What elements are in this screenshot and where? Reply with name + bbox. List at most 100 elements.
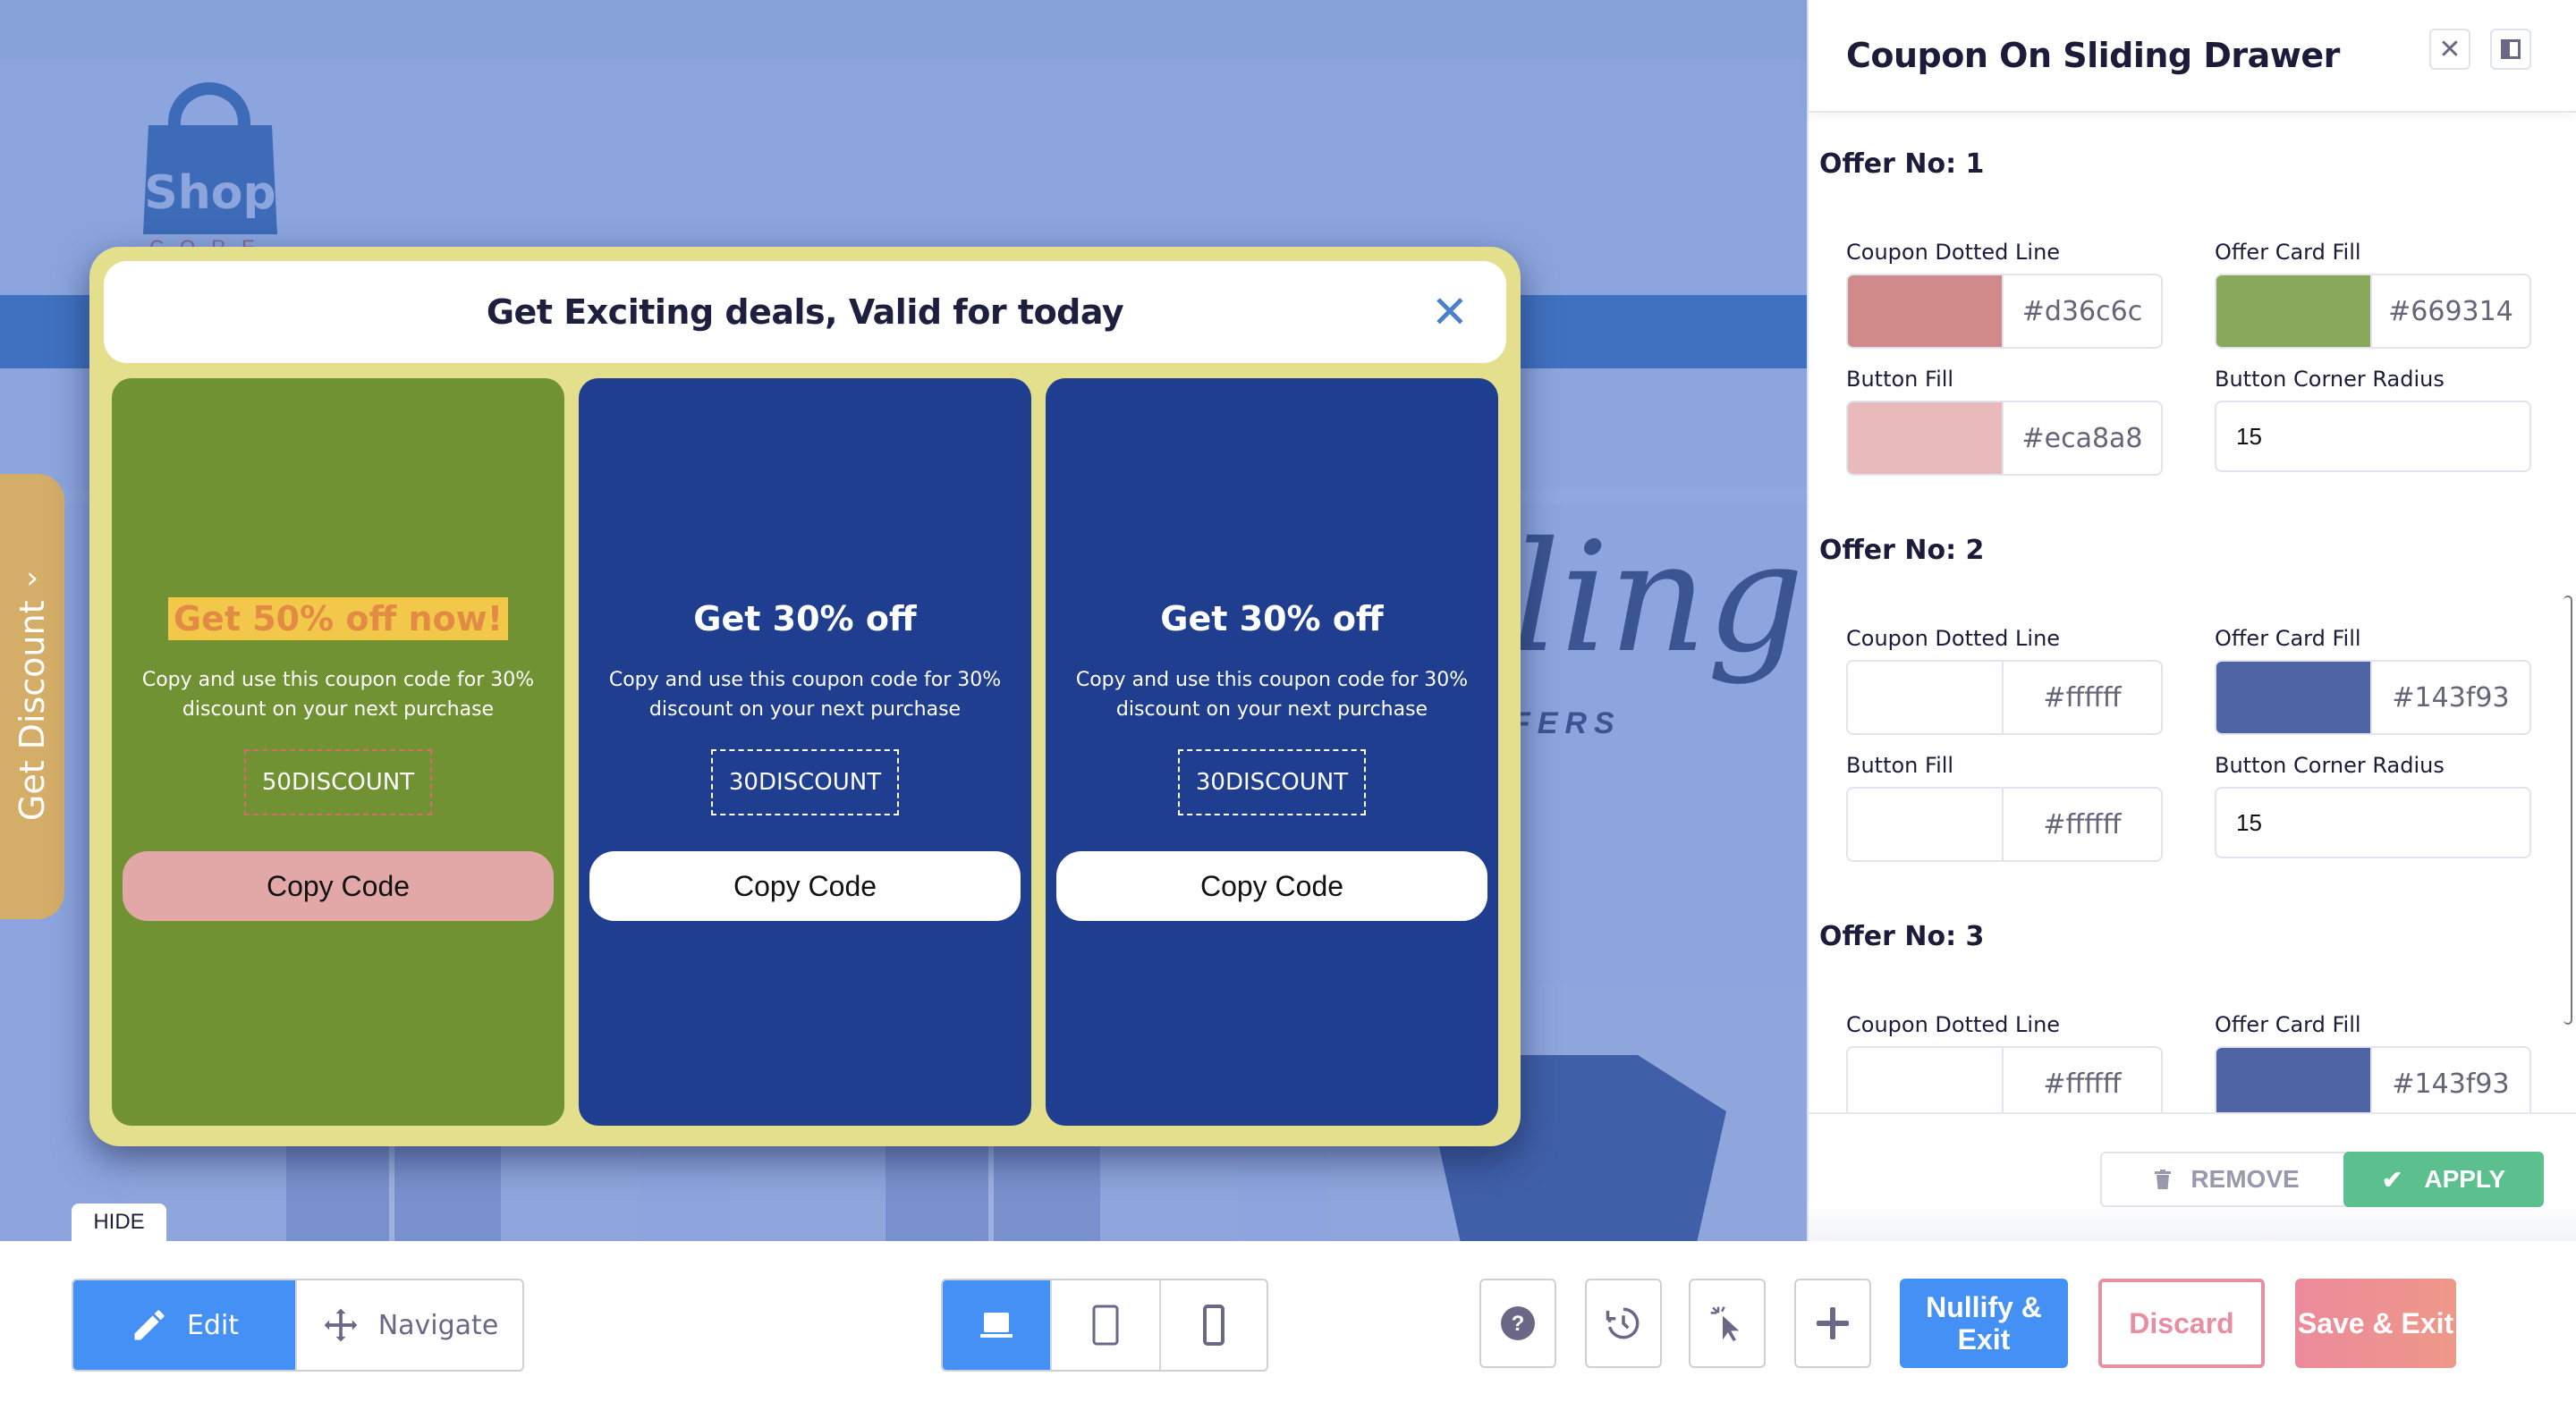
copy-code-button[interactable]: Copy Code (123, 851, 554, 921)
color-swatch[interactable] (2216, 662, 2372, 733)
offer-title: Get 50% off now! (167, 597, 509, 640)
logo-text: Shop (144, 166, 276, 220)
coupon-popup: Get Exciting deals, Valid for today ✕ Ge… (89, 247, 1521, 1146)
hex-value[interactable]: #669314 (2372, 275, 2529, 347)
panel-scroll-area[interactable]: Offer No: 1 Coupon Dotted Line #d36c6c O… (1809, 114, 2565, 1112)
save-exit-button[interactable]: Save & Exit (2295, 1279, 2456, 1368)
color-picker[interactable]: #ffffff (1846, 660, 2163, 735)
dock-sidebar-icon (2501, 39, 2521, 59)
offer-description: Copy and use this coupon code for 30% di… (608, 669, 1002, 721)
color-swatch[interactable] (2216, 275, 2372, 347)
button-corner-radius-field: Button Corner Radius (2215, 753, 2531, 858)
color-swatch[interactable] (1848, 275, 2004, 347)
field-label: Coupon Dotted Line (1846, 1012, 2061, 1037)
hex-value[interactable]: #ffffff (2004, 662, 2161, 733)
coupon-code[interactable]: 30DISCOUNT (710, 749, 900, 815)
field-label: Offer Card Fill (2215, 240, 2361, 265)
panel-scrollbar[interactable] (2563, 595, 2572, 1025)
desktop-view-button[interactable] (943, 1280, 1052, 1370)
color-picker[interactable]: #669314 (2215, 274, 2531, 349)
color-picker[interactable]: #143f93 (2215, 1046, 2531, 1112)
coupon-dotted-line-field: Coupon Dotted Line #ffffff (1846, 626, 2163, 735)
close-icon[interactable]: ✕ (1426, 286, 1474, 338)
offer-settings: Offer No: 2 Coupon Dotted Line #ffffff O… (1809, 501, 2565, 887)
color-swatch[interactable] (1848, 789, 2004, 860)
hex-value[interactable]: #d36c6c (2004, 275, 2161, 347)
button-fill-field: Button Fill #ffffff (1846, 753, 2163, 862)
corner-radius-input[interactable] (2215, 787, 2531, 858)
remove-label: REMOVE (2190, 1165, 2300, 1193)
hex-value[interactable]: #ffffff (2004, 1048, 2161, 1112)
mode-toggle: Edit Navigate (72, 1279, 524, 1372)
copy-code-button[interactable]: Copy Code (1056, 851, 1487, 921)
tablet-icon (1092, 1305, 1119, 1346)
nullify-exit-button[interactable]: Nullify & Exit (1900, 1279, 2068, 1368)
button-corner-radius-field: Button Corner Radius (2215, 367, 2531, 472)
plus-icon (1817, 1307, 1849, 1339)
color-picker[interactable]: #eca8a8 (1846, 401, 2163, 476)
discard-button[interactable]: Discard (2098, 1279, 2265, 1368)
color-picker[interactable]: #ffffff (1846, 787, 2163, 862)
navigate-mode-button[interactable]: Navigate (297, 1280, 522, 1370)
chevron-right-icon: › (26, 560, 38, 596)
device-switcher (941, 1279, 1268, 1372)
check-icon: ✔ (2381, 1165, 2403, 1194)
color-picker[interactable]: #ffffff (1846, 1046, 2163, 1112)
offer-heading: Offer No: 1 (1819, 148, 1985, 180)
field-label: Coupon Dotted Line (1846, 626, 2061, 651)
coupon-code[interactable]: 50DISCOUNT (243, 749, 433, 815)
offer-heading: Offer No: 2 (1819, 535, 1985, 566)
move-arrows-icon (324, 1308, 358, 1342)
color-picker[interactable]: #143f93 (2215, 660, 2531, 735)
coupon-code[interactable]: 30DISCOUNT (1177, 749, 1367, 815)
offer-heading: Offer No: 3 (1819, 921, 1985, 952)
hex-value[interactable]: #ffffff (2004, 789, 2161, 860)
panel-header: Coupon On Sliding Drawer ✕ (1809, 0, 2576, 113)
hex-value[interactable]: #143f93 (2372, 1048, 2529, 1112)
popup-title: Get Exciting deals, Valid for today (486, 292, 1124, 332)
history-button[interactable] (1585, 1279, 1662, 1368)
add-element-button[interactable] (1794, 1279, 1871, 1368)
history-clock-icon (1606, 1307, 1640, 1339)
editor-toolbar: Edit Navigate ? Nullify & Exit Discard S… (0, 1241, 2576, 1402)
remove-button[interactable]: REMOVE (2100, 1152, 2354, 1207)
coupon-dotted-line-field: Coupon Dotted Line #ffffff (1846, 1012, 2163, 1112)
hex-value[interactable]: #eca8a8 (2004, 402, 2161, 474)
color-swatch[interactable] (1848, 662, 2004, 733)
banner-script-text: ling (1512, 510, 1805, 687)
apply-label: APPLY (2424, 1165, 2506, 1193)
get-discount-label: Get Discount (13, 600, 52, 822)
hide-button[interactable]: HIDE (72, 1204, 166, 1241)
close-panel-button[interactable]: ✕ (2429, 29, 2470, 70)
site-preview: Shop CORE ling FERS Get Discount › HIDE … (0, 0, 1807, 1241)
laptop-icon (980, 1313, 1013, 1338)
offer-card-fill-field: Offer Card Fill #143f93 (2215, 1012, 2531, 1112)
color-swatch[interactable] (2216, 1048, 2372, 1112)
apply-button[interactable]: ✔ APPLY (2343, 1152, 2544, 1207)
field-label: Offer Card Fill (2215, 1012, 2361, 1037)
edit-mode-button[interactable]: Edit (73, 1280, 298, 1370)
copy-code-button[interactable]: Copy Code (589, 851, 1021, 921)
field-label: Button Corner Radius (2215, 753, 2445, 778)
navigate-label: Navigate (377, 1309, 499, 1341)
offer-title: Get 30% off (693, 599, 917, 638)
offer-settings: Offer No: 1 Coupon Dotted Line #d36c6c O… (1809, 114, 2565, 501)
offer-description: Copy and use this coupon code for 30% di… (141, 669, 535, 721)
help-button[interactable]: ? (1479, 1279, 1556, 1368)
mobile-view-button[interactable] (1161, 1280, 1267, 1370)
field-label: Coupon Dotted Line (1846, 240, 2061, 265)
tablet-view-button[interactable] (1052, 1280, 1161, 1370)
color-swatch[interactable] (1848, 1048, 2004, 1112)
hex-value[interactable]: #143f93 (2372, 662, 2529, 733)
select-element-button[interactable] (1689, 1279, 1766, 1368)
question-circle-icon: ? (1501, 1306, 1535, 1340)
dock-panel-button[interactable] (2490, 29, 2531, 70)
pencil-icon (134, 1310, 165, 1340)
settings-panel: Coupon On Sliding Drawer ✕ Offer No: 1 C… (1807, 0, 2576, 1241)
color-swatch[interactable] (1848, 402, 2004, 474)
get-discount-tab[interactable]: Get Discount › (0, 474, 64, 919)
cursor-click-icon (1710, 1306, 1740, 1341)
offer-title: Get 30% off (1160, 599, 1384, 638)
color-picker[interactable]: #d36c6c (1846, 274, 2163, 349)
corner-radius-input[interactable] (2215, 401, 2531, 472)
